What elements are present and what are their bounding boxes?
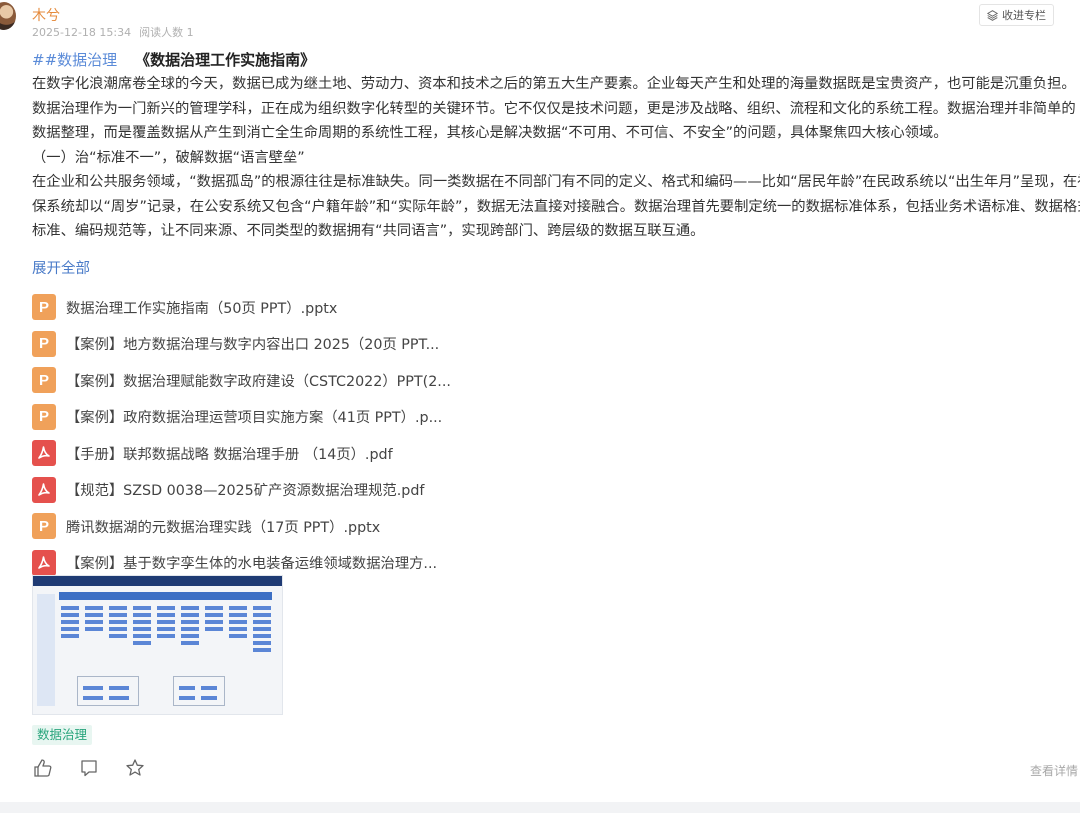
paragraph-line: 标准、编码规范等，让不同来源、不同类型的数据拥有“共同语言”，实现跨部门、跨层级… [32,223,705,239]
ppt-file-icon: P [32,403,56,430]
post-body: ##数据治理 《数据治理工作实施指南》 在数字化浪潮席卷全球的今天，数据已成为继土… [32,49,1080,244]
paragraph-line: 数据治理作为一门新兴的管理学科，正在成为组织数字化转型的关键环节。它不仅仅是技术… [32,100,1076,117]
view-detail-link[interactable]: 查看详情 [1030,762,1078,779]
ppt-file-icon: P [32,294,56,321]
comment-button[interactable] [79,758,99,778]
post-title: 《数据治理工作实施指南》 [135,51,316,69]
attachment-item[interactable]: P 【案例】地方数据治理与数字内容出口 2025（20页 PPT... [32,326,451,363]
attachment-item[interactable]: P 【案例】数据治理赋能数字政府建设（CSTC2022）PPT(2... [32,362,451,399]
star-icon [126,759,144,776]
post-actions [33,758,145,778]
attachment-name: 【案例】政府数据治理运营项目实施方案（41页 PPT）.p... [66,410,443,427]
attachment-name: 腾讯数据湖的元数据治理实践（17页 PPT）.pptx [66,519,381,536]
collect-to-column-button[interactable]: 收进专栏 [979,4,1054,26]
attachment-name: 数据治理工作实施指南（50页 PPT）.pptx [66,300,338,317]
topic-tag[interactable]: 数据治理 [32,725,93,745]
hashtag-link[interactable]: ##数据治理 [32,51,117,69]
attachment-item[interactable]: 【规范】SZSD 0038—2025矿产资源数据治理规范.pdf [32,472,451,509]
attachment-item[interactable]: P 【案例】政府数据治理运营项目实施方案（41页 PPT）.p... [32,399,451,436]
pdf-file-icon [32,440,56,467]
attachment-list: P 数据治理工作实施指南（50页 PPT）.pptx P 【案例】地方数据治理与… [32,289,451,581]
attachment-name: 【手册】联邦数据战略 数据治理手册 （14页）.pdf [66,446,393,463]
attachment-name: 【案例】基于数字孪生体的水电装备运维领域数据治理方... [66,556,438,573]
collect-label: 收进专栏 [1002,9,1046,22]
feed-divider [0,802,1080,813]
attachment-name: 【案例】数据治理赋能数字政府建设（CSTC2022）PPT(2... [66,373,451,390]
reader-count: 阅读人数 1 [139,26,194,39]
post-image-thumbnail[interactable] [32,575,283,715]
paragraph-line: 数据整理，而是覆盖数据从产生到消亡全生命周期的系统性工程，其核心是解决数据“不可… [32,125,948,141]
author-avatar[interactable] [0,2,16,30]
attachment-item[interactable]: P 数据治理工作实施指南（50页 PPT）.pptx [32,289,451,326]
post-meta: 2025-12-18 15:34 阅读人数 1 [32,24,194,40]
post-date: 2025-12-18 15:34 [32,26,132,39]
paragraph-line: 在数字化浪潮席卷全球的今天，数据已成为继土地、劳动力、资本和技术之后的第五大生产… [32,76,1076,92]
post-title-line: ##数据治理 《数据治理工作实施指南》 [32,49,1080,72]
attachment-name: 【案例】地方数据治理与数字内容出口 2025（20页 PPT... [66,337,440,354]
favorite-button[interactable] [125,758,145,778]
attachment-item[interactable]: 【手册】联邦数据战略 数据治理手册 （14页）.pdf [32,435,451,472]
ppt-file-icon: P [32,367,56,394]
pdf-file-icon [32,549,56,576]
paragraph-line: 保系统却以“周岁”记录，在公安系统又包含“户籍年龄”和“实际年龄”，数据无法直接… [32,198,1080,215]
comment-icon [81,760,97,777]
pdf-file-icon [32,476,56,503]
ppt-file-icon: P [32,513,56,540]
expand-all-link[interactable]: 展开全部 [32,257,90,278]
author-name[interactable]: 木兮 [32,5,60,25]
ppt-file-icon: P [32,330,56,357]
like-button[interactable] [33,758,53,778]
paragraph-line: 在企业和公共服务领域，“数据孤岛”的根源往往是标准缺失。同一类数据在不同部门有不… [32,174,1080,190]
attachment-name: 【规范】SZSD 0038—2025矿产资源数据治理规范.pdf [66,483,425,500]
section-heading: （一）治“标准不一”，破解数据“语言壁垒” [32,149,305,166]
attachment-item[interactable]: P 腾讯数据湖的元数据治理实践（17页 PPT）.pptx [32,508,451,545]
layers-icon [987,9,998,21]
thumbs-up-icon [34,759,52,777]
